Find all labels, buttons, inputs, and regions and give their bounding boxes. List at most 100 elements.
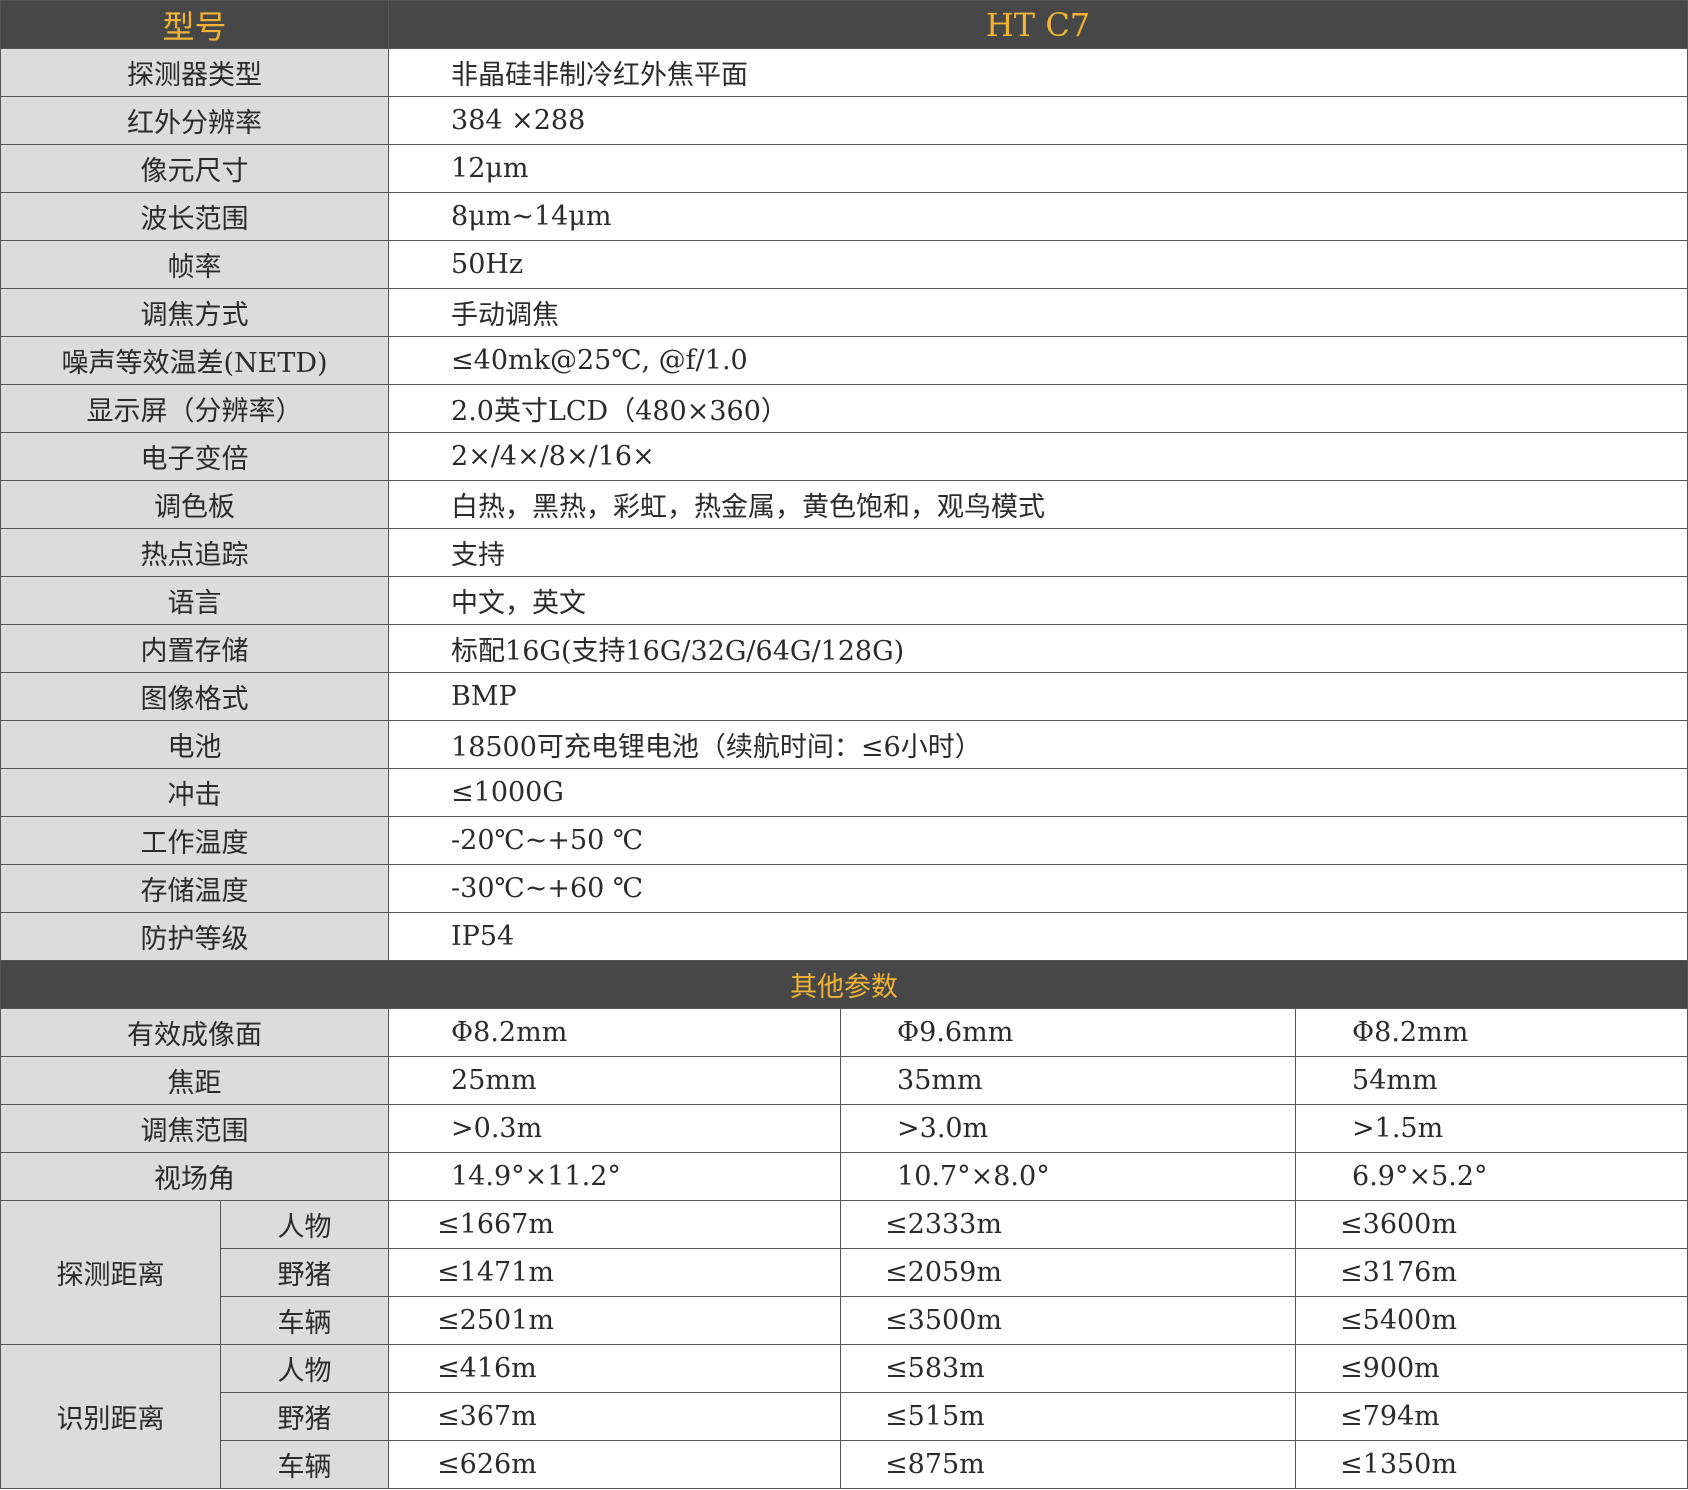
- target-label: 人物: [219, 1344, 390, 1393]
- other-label: 有效成像面: [0, 1008, 390, 1057]
- spec-row: 红外分辨率 384 ×288: [0, 96, 1688, 145]
- other-row: 调焦范围 >0.3m >3.0m >1.5m: [0, 1104, 1688, 1153]
- spec-label: 图像格式: [0, 672, 390, 721]
- other-value-col1: 25mm: [388, 1056, 842, 1105]
- target-label: 车辆: [219, 1440, 390, 1489]
- spec-row: 显示屏（分辨率） 2.0英寸LCD（480×360）: [0, 384, 1688, 433]
- range-row: 车辆 ≤626m ≤875m ≤1350m: [1, 1440, 1688, 1489]
- other-label: 视场角: [0, 1152, 390, 1201]
- range-value-col2: ≤3500m: [840, 1296, 1297, 1345]
- model-value: HT C7: [388, 0, 1688, 49]
- spec-row: 调焦方式 手动调焦: [0, 288, 1688, 337]
- spec-row: 图像格式 BMP: [0, 672, 1688, 721]
- spec-sheet: 型号 HT C7 探测器类型 非晶硅非制冷红外焦平面 红外分辨率 384 ×288 …: [0, 0, 1688, 1490]
- other-value-col3: 54mm: [1295, 1056, 1688, 1105]
- spec-row: 探测器类型 非晶硅非制冷红外焦平面: [0, 48, 1688, 97]
- other-row: 有效成像面 Φ8.2mm Φ9.6mm Φ8.2mm: [0, 1008, 1688, 1057]
- spec-row: 语言 中文，英文: [0, 576, 1688, 625]
- spec-value: 手动调焦: [388, 288, 1688, 337]
- spec-value: 非晶硅非制冷红外焦平面: [388, 48, 1688, 97]
- spec-row: 波长范围 8μm~14μm: [0, 192, 1688, 241]
- spec-value: -20℃~+50 ℃: [388, 816, 1688, 865]
- other-value-col2: Φ9.6mm: [840, 1008, 1297, 1057]
- other-value-col1: Φ8.2mm: [388, 1008, 842, 1057]
- spec-value: ≤40mk@25℃, @f/1.0: [388, 336, 1688, 385]
- range-value-col3: ≤3176m: [1295, 1248, 1688, 1297]
- spec-value: ≤1000G: [388, 768, 1688, 817]
- spec-value: 2.0英寸LCD（480×360）: [388, 384, 1688, 433]
- other-label: 焦距: [0, 1056, 390, 1105]
- spec-value: -30℃~+60 ℃: [388, 864, 1688, 913]
- other-value-col2: >3.0m: [840, 1104, 1297, 1153]
- spec-row: 噪声等效温差(NETD) ≤40mk@25℃, @f/1.0: [0, 336, 1688, 385]
- range-value-col3: ≤900m: [1295, 1344, 1688, 1393]
- other-value-col3: 6.9°×5.2°: [1295, 1152, 1688, 1201]
- target-label: 野猪: [219, 1248, 390, 1297]
- range-row: 识别距离 人物 ≤416m ≤583m ≤900m: [0, 1344, 1688, 1489]
- spec-value: 支持: [388, 528, 1688, 577]
- spec-value: 标配16G(支持16G/32G/64G/128G): [388, 624, 1688, 673]
- spec-value: 白热，黑热，彩虹，热金属，黄色饱和，观鸟模式: [388, 480, 1688, 529]
- spec-label: 电池: [0, 720, 390, 769]
- spec-value: IP54: [388, 912, 1688, 961]
- range-value-col2: ≤515m: [840, 1392, 1297, 1441]
- spec-label: 像元尺寸: [0, 144, 390, 193]
- spec-label: 帧率: [0, 240, 390, 289]
- spec-label: 调色板: [0, 480, 390, 529]
- spec-value: 384 ×288: [388, 96, 1688, 145]
- range-row: 探测距离 人物 ≤1667m ≤2333m ≤3600m: [0, 1200, 1688, 1345]
- spec-row: 电子变倍 2×/4×/8×/16×: [0, 432, 1688, 481]
- range-row: 野猪 ≤1471m ≤2059m ≤3176m: [1, 1248, 1688, 1297]
- spec-row: 工作温度 -20℃~+50 ℃: [0, 816, 1688, 865]
- recognition-range-group-label: 识别距离: [0, 1344, 221, 1489]
- range-value-col1: ≤1667m: [388, 1200, 842, 1249]
- range-value-col2: ≤583m: [840, 1344, 1297, 1393]
- spec-label: 防护等级: [0, 912, 390, 961]
- other-value-col1: 14.9°×11.2°: [388, 1152, 842, 1201]
- spec-label: 内置存储: [0, 624, 390, 673]
- range-row: 车辆 ≤2501m ≤3500m ≤5400m: [1, 1296, 1688, 1345]
- spec-value: 中文，英文: [388, 576, 1688, 625]
- spec-value: 50Hz: [388, 240, 1688, 289]
- spec-value: 2×/4×/8×/16×: [388, 432, 1688, 481]
- spec-row: 热点追踪 支持: [0, 528, 1688, 577]
- spec-value: 8μm~14μm: [388, 192, 1688, 241]
- spec-row: 内置存储 标配16G(支持16G/32G/64G/128G): [0, 624, 1688, 673]
- detection-range-group-label: 探测距离: [0, 1200, 221, 1345]
- spec-row: 冲击 ≤1000G: [0, 768, 1688, 817]
- other-row: 焦距 25mm 35mm 54mm: [0, 1056, 1688, 1105]
- range-value-col3: ≤5400m: [1295, 1296, 1688, 1345]
- range-value-col3: ≤3600m: [1295, 1200, 1688, 1249]
- spec-label: 波长范围: [0, 192, 390, 241]
- range-value-col1: ≤416m: [388, 1344, 842, 1393]
- spec-value: BMP: [388, 672, 1688, 721]
- other-value-col3: Φ8.2mm: [1295, 1008, 1688, 1057]
- spec-row: 防护等级 IP54: [0, 912, 1688, 961]
- spec-label: 工作温度: [0, 816, 390, 865]
- other-value-col1: >0.3m: [388, 1104, 842, 1153]
- other-value-col2: 35mm: [840, 1056, 1297, 1105]
- range-value-col1: ≤626m: [388, 1440, 842, 1489]
- spec-label: 语言: [0, 576, 390, 625]
- other-value-col2: 10.7°×8.0°: [840, 1152, 1297, 1201]
- other-label: 调焦范围: [0, 1104, 390, 1153]
- target-label: 车辆: [219, 1296, 390, 1345]
- spec-label: 电子变倍: [0, 432, 390, 481]
- spec-label: 热点追踪: [0, 528, 390, 577]
- spec-label: 显示屏（分辨率）: [0, 384, 390, 433]
- range-value-col1: ≤1471m: [388, 1248, 842, 1297]
- range-value-col2: ≤875m: [840, 1440, 1297, 1489]
- spec-label: 冲击: [0, 768, 390, 817]
- target-label: 野猪: [219, 1392, 390, 1441]
- spec-value: 18500可充电锂电池（续航时间：≤6小时）: [388, 720, 1688, 769]
- spec-row: 存储温度 -30℃~+60 ℃: [0, 864, 1688, 913]
- range-value-col3: ≤1350m: [1295, 1440, 1688, 1489]
- spec-row: 电池 18500可充电锂电池（续航时间：≤6小时）: [0, 720, 1688, 769]
- spec-label: 红外分辨率: [0, 96, 390, 145]
- range-value-col2: ≤2059m: [840, 1248, 1297, 1297]
- range-value-col1: ≤2501m: [388, 1296, 842, 1345]
- spec-label: 探测器类型: [0, 48, 390, 97]
- spec-row: 帧率 50Hz: [0, 240, 1688, 289]
- range-row: 野猪 ≤367m ≤515m ≤794m: [1, 1392, 1688, 1441]
- header-row: 型号 HT C7: [0, 0, 1688, 49]
